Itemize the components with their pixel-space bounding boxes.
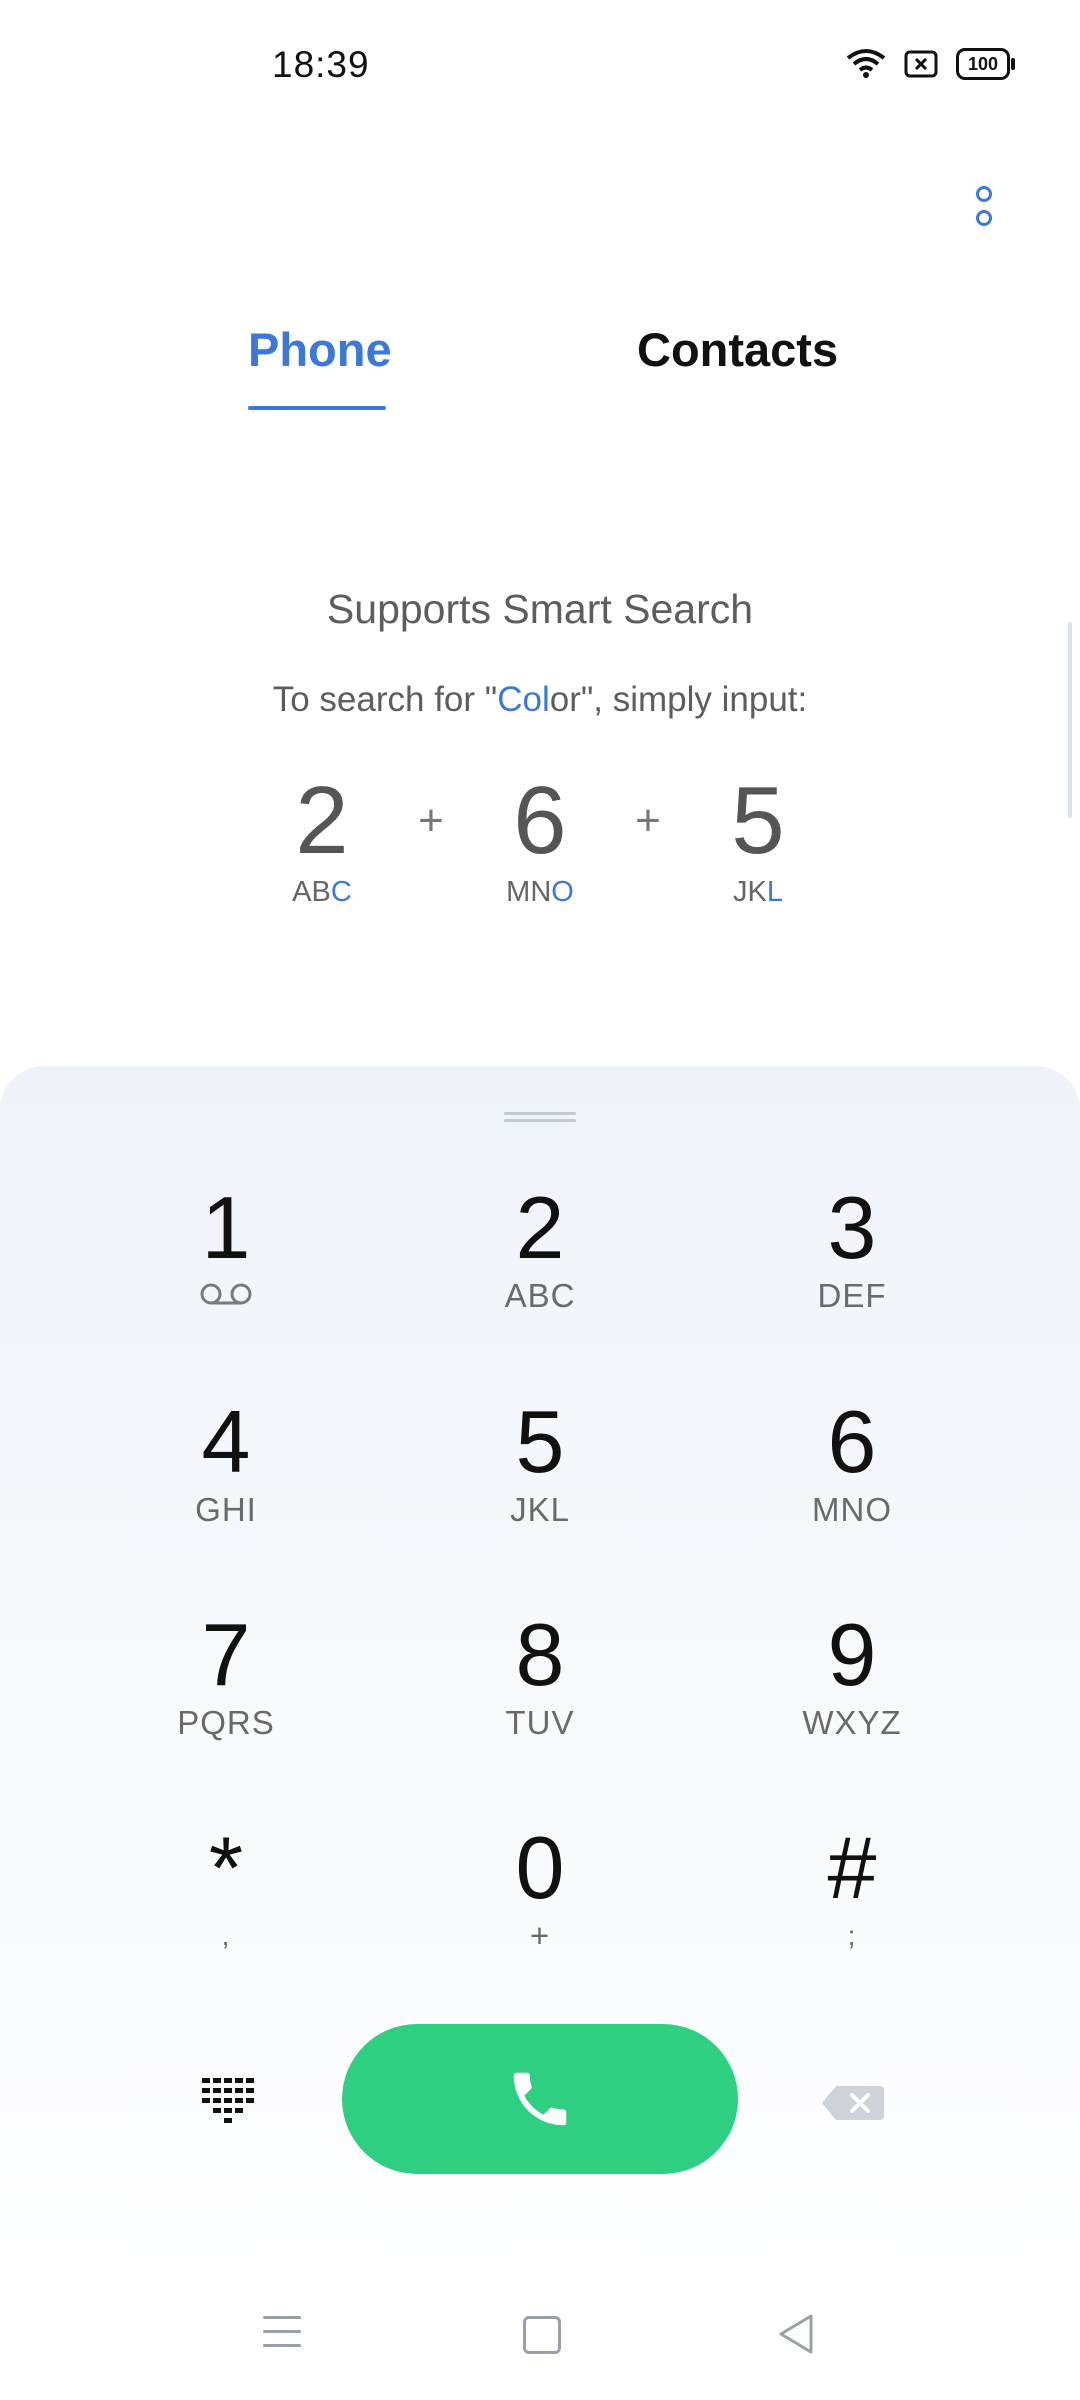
hint-digit: 2 xyxy=(295,767,349,874)
wifi-icon xyxy=(846,49,886,78)
dialpad-icon[interactable] xyxy=(200,2076,256,2128)
key-4[interactable]: 4 GHI xyxy=(116,1394,336,1564)
smart-search-subtitle: To search for "Color", simply input: xyxy=(0,680,1080,720)
hint-letters: JKL xyxy=(733,876,783,908)
nav-back-icon[interactable] xyxy=(775,2312,817,2356)
hint-plus: + xyxy=(635,796,661,845)
nav-home-icon[interactable] xyxy=(523,2316,561,2354)
voicemail-icon xyxy=(200,1283,252,1305)
key-0[interactable]: 0 + xyxy=(430,1820,650,1990)
phone-icon xyxy=(513,2072,567,2126)
hint-digit: 6 xyxy=(513,767,567,874)
subtitle-suffix: , simply input: xyxy=(593,680,808,719)
key-3[interactable]: 3 DEF xyxy=(742,1180,962,1350)
status-icons: 100 xyxy=(846,48,1015,80)
key-1[interactable]: 1 xyxy=(116,1180,336,1350)
backspace-icon[interactable] xyxy=(820,2084,886,2122)
hint-letters: MNO xyxy=(506,876,574,908)
drag-handle[interactable] xyxy=(504,1112,576,1122)
key-2[interactable]: 2 ABC xyxy=(430,1180,650,1350)
hint-digit: 5 xyxy=(731,767,785,874)
subtitle-prefix: To search for " xyxy=(272,680,498,719)
key-5[interactable]: 5 JKL xyxy=(430,1394,650,1564)
key-7[interactable]: 7 PQRS xyxy=(116,1607,336,1777)
key-6[interactable]: 6 MNO xyxy=(742,1394,962,1564)
sim-blocked-icon xyxy=(904,50,938,78)
subtitle-highlight: Col xyxy=(497,680,550,719)
key-star[interactable]: *, xyxy=(116,1820,336,1990)
key-8[interactable]: 8 TUV xyxy=(430,1607,650,1777)
more-vertical-icon[interactable] xyxy=(968,186,1000,238)
call-button[interactable] xyxy=(342,2024,738,2174)
hint-letters: ABC xyxy=(292,876,352,908)
tab-phone[interactable]: Phone xyxy=(248,322,392,377)
subtitle-rest: or" xyxy=(549,680,594,719)
key-9[interactable]: 9 WXYZ xyxy=(742,1607,962,1777)
tab-contacts[interactable]: Contacts xyxy=(637,322,838,377)
scrollbar[interactable] xyxy=(1068,622,1072,818)
smart-search-title: Supports Smart Search xyxy=(326,586,754,632)
status-time: 18:39 xyxy=(272,44,370,85)
key-hash[interactable]: #; xyxy=(742,1820,962,1990)
active-tab-indicator xyxy=(248,406,386,410)
battery-icon: 100 xyxy=(956,48,1015,80)
hint-plus: + xyxy=(418,796,444,845)
nav-menu-icon[interactable] xyxy=(263,2316,301,2350)
